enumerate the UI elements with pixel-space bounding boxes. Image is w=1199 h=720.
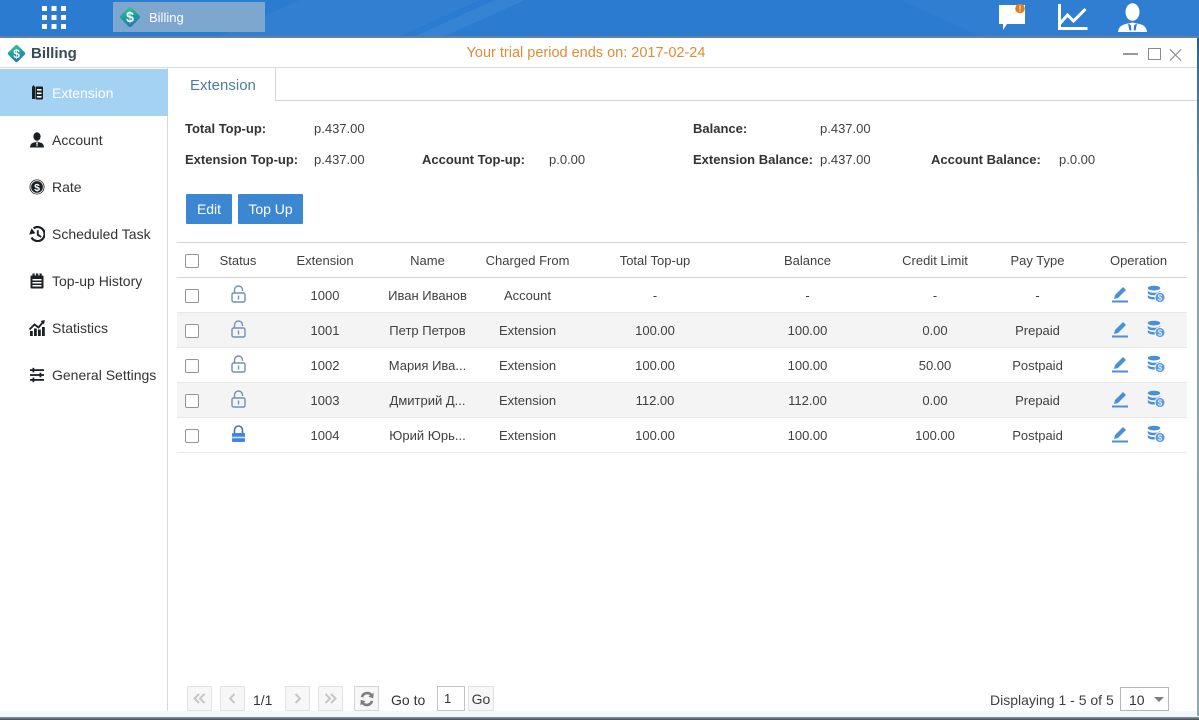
svg-text:$: $ — [1158, 398, 1163, 407]
svg-text:$: $ — [126, 10, 134, 26]
svg-text:$: $ — [34, 182, 40, 194]
svg-text:$: $ — [1158, 433, 1163, 442]
svg-text:$: $ — [1158, 328, 1163, 337]
svg-text:$: $ — [1158, 293, 1163, 302]
svg-text:$: $ — [1158, 363, 1163, 372]
svg-text:!: ! — [1019, 5, 1022, 14]
